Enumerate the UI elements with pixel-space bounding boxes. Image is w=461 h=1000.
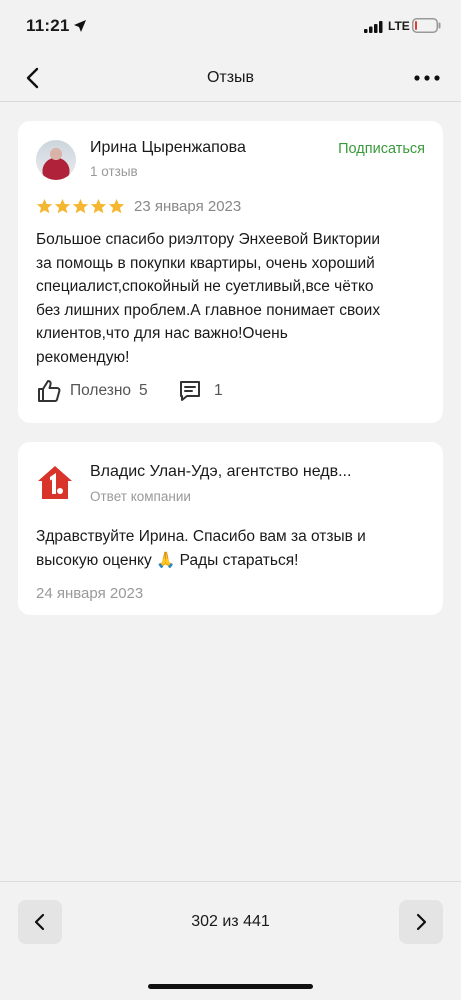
useful-button[interactable]: Полезно 5	[36, 377, 148, 405]
comments-button[interactable]: 1	[178, 377, 223, 405]
review-card: Ирина Цыренжапова 1 отзыв Подписаться 23…	[18, 121, 443, 423]
avatar[interactable]	[36, 140, 76, 180]
star-icon	[72, 198, 89, 214]
page-title: Отзыв	[206, 69, 255, 86]
useful-count: 5	[139, 382, 148, 399]
thumbs-up-icon	[38, 380, 61, 402]
review-text: Большое спасибо риэлтору Энхеевой Виктор…	[36, 231, 381, 366]
location-arrow-icon	[74, 20, 86, 32]
subscribe-button[interactable]: Подписаться	[338, 141, 425, 157]
next-review-button[interactable]	[399, 900, 443, 944]
nav-bar: Отзыв	[0, 56, 461, 102]
signal-icon	[364, 21, 383, 33]
comment-icon	[180, 381, 200, 401]
star-icon	[36, 198, 53, 214]
useful-label: Полезно	[70, 382, 132, 399]
star-icon	[54, 198, 71, 214]
company-logo-icon[interactable]	[36, 464, 74, 502]
more-horizontal-icon[interactable]	[412, 68, 442, 88]
review-pager: 302 из 441	[0, 881, 461, 1000]
network-type: LTE	[388, 19, 410, 33]
battery-icon	[412, 18, 441, 33]
company-name[interactable]: Владис Улан-Удэ, агентство недв...	[90, 463, 351, 481]
reply-date: 24 января 2023	[36, 585, 144, 602]
comments-count: 1	[214, 382, 223, 399]
author-review-count: 1 отзыв	[90, 164, 138, 179]
status-bar: 11:21 LTE	[0, 0, 461, 56]
company-reply-label: Ответ компании	[90, 489, 191, 504]
reply-text: Здравствуйте Ирина. Спасибо вам за отзыв…	[36, 528, 366, 569]
status-time: 11:21	[26, 16, 70, 35]
star-icon	[108, 198, 125, 214]
star-icon	[90, 198, 107, 214]
author-name[interactable]: Ирина Цыренжапова	[90, 139, 246, 157]
home-indicator	[148, 984, 313, 989]
company-reply-card: Владис Улан-Удэ, агентство недв... Ответ…	[18, 442, 443, 615]
review-date: 23 января 2023	[134, 198, 242, 215]
rating-stars	[36, 198, 125, 215]
pager-position: 302 из 441	[191, 913, 270, 930]
chevron-right-icon	[416, 913, 427, 931]
